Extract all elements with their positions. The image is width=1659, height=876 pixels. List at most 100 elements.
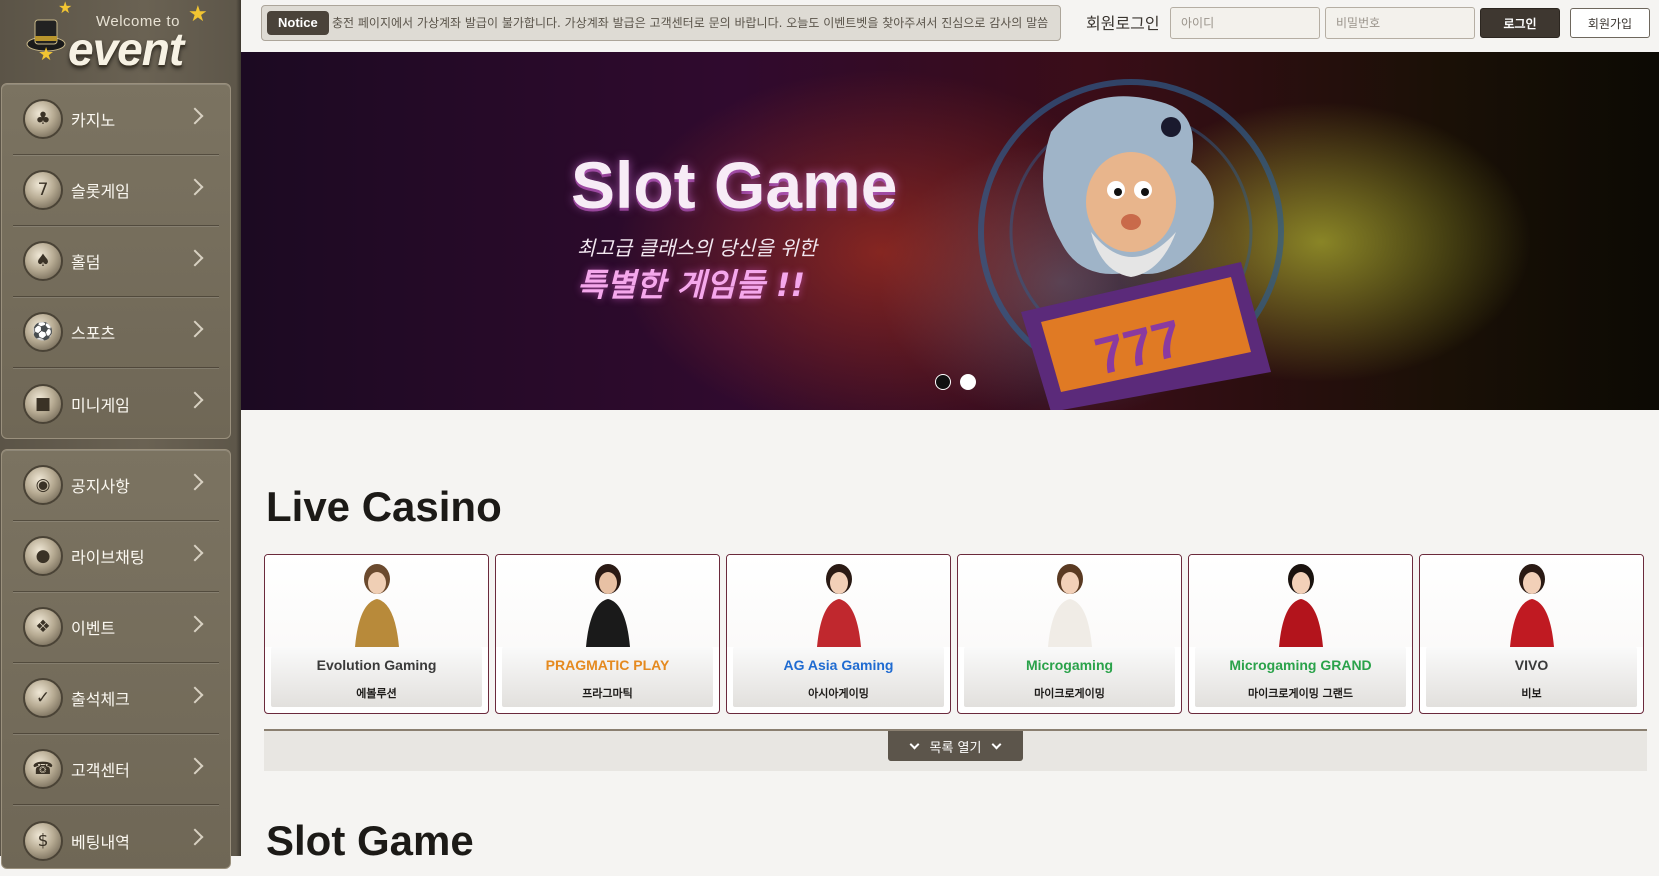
expand-list-bar: 목록 열기 — [264, 729, 1647, 771]
dealer-photo — [1420, 555, 1643, 647]
sidebar-item-label: 출석체크 — [71, 690, 130, 709]
sidebar-item-live-chat[interactable]: ● 라이브채팅 — [13, 521, 219, 592]
provider-name: 비보 — [1521, 687, 1542, 700]
dealer-illustration — [1278, 564, 1323, 647]
dealer-photo — [265, 555, 488, 647]
game-card-microgaming-grand[interactable]: Microgaming GRAND 마이크로게이밍 그랜드 — [1188, 554, 1413, 714]
sidebar: ★ Welcome to event ★ ★ ♣ 카지노 7 슬롯게임 ♠ 홀덤… — [0, 0, 241, 869]
sports-icon: ⚽ — [23, 312, 63, 352]
sidebar-item-checkin[interactable]: ✓ 출석체크 — [13, 663, 219, 734]
logo-wordmark: event — [68, 23, 184, 75]
sidebar-item-label: 베팅내역 — [71, 832, 130, 852]
game-card-pragmatic[interactable]: PRAGMATIC PLAY 프라그마틱 — [495, 554, 720, 714]
section-title-live-casino: Live Casino — [266, 483, 502, 530]
notice-tag: Notice — [267, 11, 329, 35]
gift-icon: ❖ — [23, 607, 63, 647]
provider-logo: Evolution Gaming — [316, 657, 437, 673]
login-title: 회원로그인 — [1086, 14, 1160, 33]
card-footer: Evolution Gaming 에볼루션 — [271, 647, 482, 707]
provider-logo: PRAGMATIC PLAY — [545, 657, 670, 673]
checkin-icon: ✓ — [23, 678, 63, 718]
dealer-photo — [958, 555, 1181, 647]
hero-banner[interactable]: Slot Game 최고급 클래스의 당신을 위한 특별한 게임들 !! 777 — [241, 52, 1659, 410]
sidebar-item-notice[interactable]: ◉ 공지사항 — [13, 450, 219, 521]
sidebar-item-sports[interactable]: ⚽ 스포츠 — [13, 297, 219, 368]
sidebar-item-label: 라이브채팅 — [71, 548, 145, 567]
provider-logo: Microgaming GRAND — [1229, 657, 1372, 673]
card-footer: Microgaming GRAND 마이크로게이밍 그랜드 — [1195, 647, 1406, 707]
slot-machine-icon: 7 — [23, 170, 63, 210]
signup-button[interactable]: 회원가입 — [1570, 8, 1650, 38]
sidebar-item-label: 고객센터 — [71, 761, 130, 780]
chevron-right-icon — [186, 320, 204, 338]
expand-list-button[interactable]: 목록 열기 — [888, 731, 1023, 761]
chevron-right-icon — [186, 178, 204, 196]
sidebar-item-label: 공지사항 — [71, 477, 130, 496]
card-footer: AG Asia Gaming 아시아게이밍 — [733, 647, 944, 707]
game-card-evolution[interactable]: Evolution Gaming 에볼루션 — [264, 554, 489, 714]
dealer-illustration — [816, 564, 861, 647]
sidebar-item-holdem[interactable]: ♠ 홀덤 — [13, 226, 219, 297]
chevron-right-icon — [186, 615, 204, 633]
sidebar-item-customer-center[interactable]: ☎ 고객센터 — [13, 734, 219, 805]
chevron-down-icon — [909, 739, 919, 749]
sidebar-item-label: 슬롯게임 — [71, 182, 130, 201]
chevron-right-icon — [186, 249, 204, 267]
carousel-dot[interactable] — [960, 374, 976, 390]
dealer-photo — [496, 555, 719, 647]
site-logo[interactable]: ★ Welcome to event ★ ★ — [18, 0, 218, 78]
provider-name: 마이크로게이밍 — [1034, 687, 1105, 700]
card-footer: Microgaming 마이크로게이밍 — [964, 647, 1175, 707]
provider-logo: VIVO — [1514, 657, 1549, 673]
sidebar-item-label: 스포츠 — [71, 324, 116, 343]
sidebar-item-event[interactable]: ❖ 이벤트 — [13, 592, 219, 663]
roulette-icon: ♣ — [23, 99, 63, 139]
sidebar-item-label: 이벤트 — [71, 619, 116, 638]
chevron-right-icon — [186, 473, 204, 491]
carousel-dot[interactable] — [935, 374, 951, 390]
cards-icon: ♠ — [23, 241, 63, 281]
sidebar-item-label: 카지노 — [71, 111, 116, 130]
dealer-illustration — [354, 564, 399, 647]
banner-title: Slot Game — [571, 148, 898, 222]
game-card-vivo[interactable]: VIVO 비보 — [1419, 554, 1644, 714]
card-footer: PRAGMATIC PLAY 프라그마틱 — [502, 647, 713, 707]
star-icon: ★ — [188, 2, 208, 27]
sidebar-item-betting-history[interactable]: $ 베팅내역 — [13, 805, 219, 876]
chevron-right-icon — [186, 828, 204, 846]
betting-history-icon: $ — [23, 820, 63, 861]
chevron-right-icon — [186, 686, 204, 704]
sidebar-item-minigame[interactable]: ■ 미니게임 — [13, 368, 219, 439]
slot-character-illustration: 777 — [978, 79, 1284, 410]
game-card-microgaming[interactable]: Microgaming 마이크로게이밍 — [957, 554, 1182, 714]
provider-name: 아시아게이밍 — [808, 687, 869, 700]
sidebar-item-label: 미니게임 — [71, 395, 130, 415]
sidebar-item-slot[interactable]: 7 슬롯게임 — [13, 155, 219, 226]
mini-game-icon: ■ — [23, 383, 63, 424]
chevron-down-icon — [992, 739, 1002, 749]
provider-name: 에볼루션 — [356, 687, 397, 700]
dealer-illustration — [1509, 564, 1554, 647]
telephone-icon: ☎ — [23, 749, 63, 789]
username-input[interactable] — [1170, 7, 1320, 39]
dealer-photo — [727, 555, 950, 647]
sidebar-menu-services: ◉ 공지사항 ● 라이브채팅 ❖ 이벤트 ✓ 출석체크 ☎ 고객센터 $ 베팅내… — [1, 449, 231, 869]
login-button[interactable]: 로그인 — [1480, 8, 1560, 38]
notice-marquee: Notice 충전 페이지에서 가상계좌 발급이 불가합니다. 가상계좌 발급은… — [261, 5, 1061, 41]
provider-name: 마이크로게이밍 그랜드 — [1247, 687, 1354, 700]
expand-list-label: 목록 열기 — [929, 740, 982, 756]
dealer-illustration — [585, 564, 630, 647]
banner-tagline: 특별한 게임들 !! — [577, 266, 806, 304]
dealer-photo — [1189, 555, 1412, 647]
chevron-right-icon — [186, 391, 204, 409]
game-card-asia-gaming[interactable]: AG Asia Gaming 아시아게이밍 — [726, 554, 951, 714]
provider-name: 프라그마틱 — [582, 687, 633, 700]
chat-icon: ● — [23, 536, 63, 576]
chevron-right-icon — [186, 757, 204, 775]
provider-logo: AG Asia Gaming — [783, 657, 894, 673]
sidebar-item-casino[interactable]: ♣ 카지노 — [13, 84, 219, 155]
sidebar-menu-games: ♣ 카지노 7 슬롯게임 ♠ 홀덤 ⚽ 스포츠 ■ 미니게임 — [1, 83, 231, 439]
section-title-slot-game: Slot Game — [266, 817, 474, 864]
notice-text: 충전 페이지에서 가상계좌 발급이 불가합니다. 가상계좌 발급은 고객센터로 … — [332, 16, 1049, 30]
password-input[interactable] — [1325, 7, 1475, 39]
